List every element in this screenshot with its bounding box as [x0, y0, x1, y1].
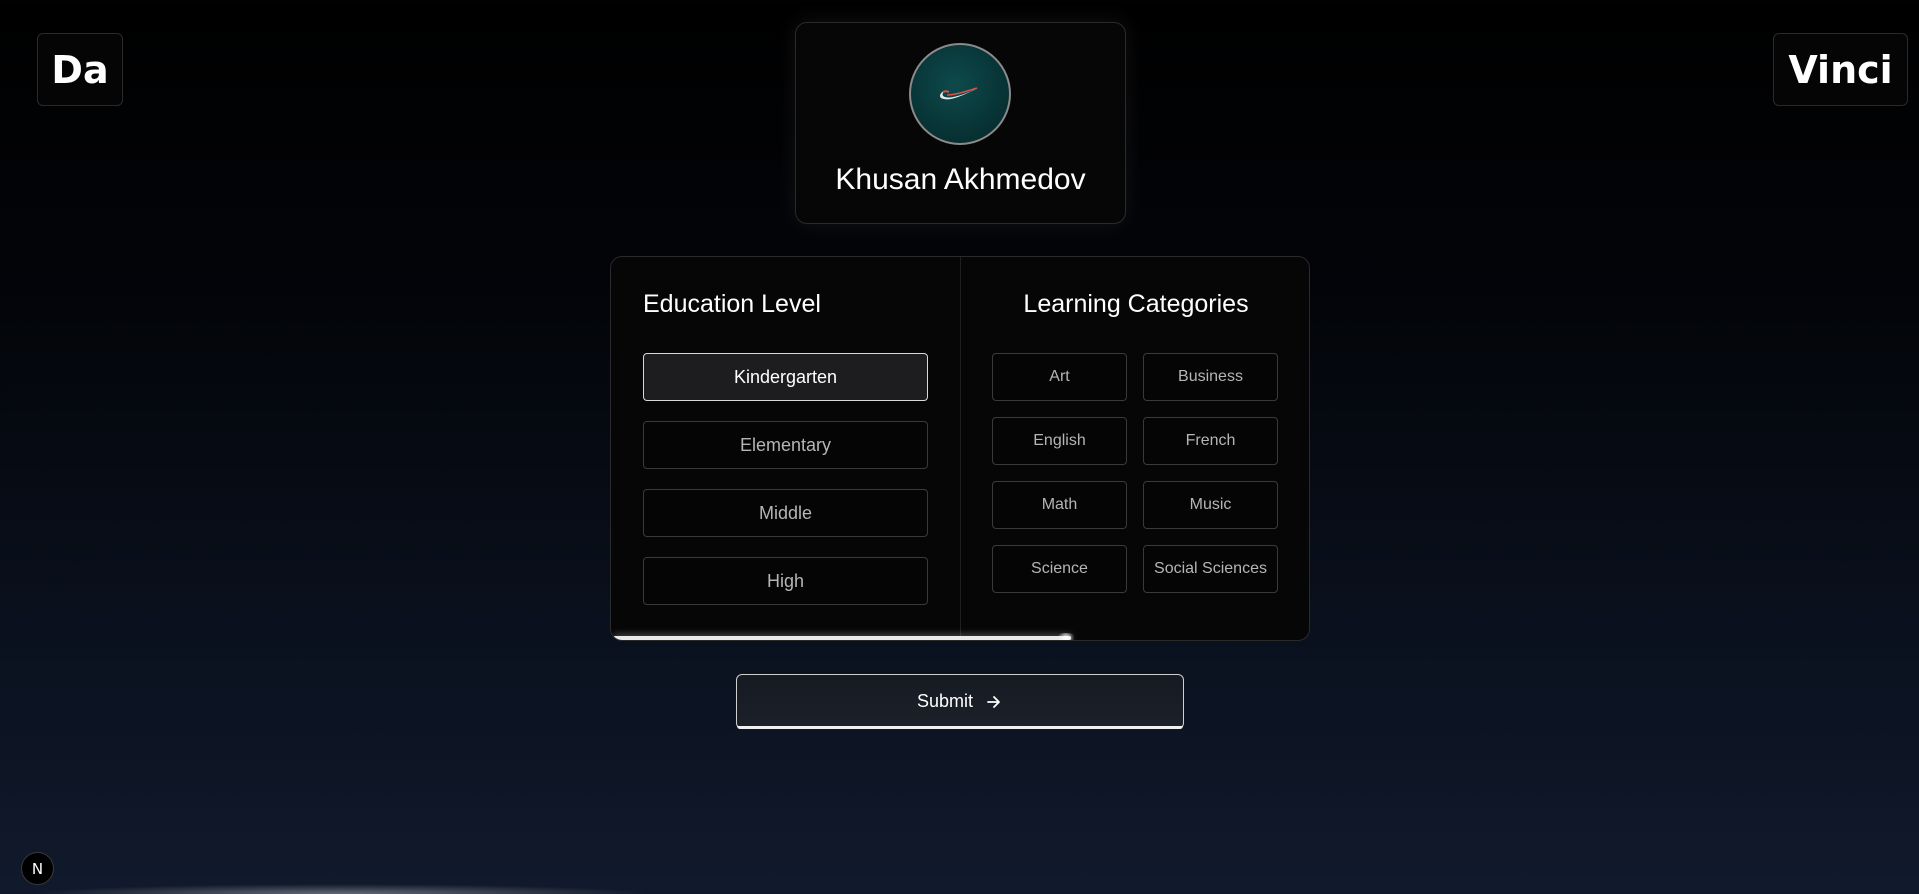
education-option-label: High	[766, 570, 805, 591]
dev-indicator-text: N	[31, 859, 44, 878]
category-option-social-sciences[interactable]: Social Sciences	[1143, 545, 1278, 593]
profile-card: Khusan Akhmedov	[795, 22, 1126, 224]
category-option-label: Science	[1031, 560, 1088, 577]
category-option-english[interactable]: English	[992, 417, 1127, 465]
category-option-label: Business	[1178, 368, 1243, 385]
category-option-french[interactable]: French	[1143, 417, 1278, 465]
category-option-label: Math	[1041, 496, 1078, 513]
brand-right-logo[interactable]: Vinci	[1773, 33, 1908, 106]
brand-left-text: Da	[51, 47, 109, 92]
category-option-label: Art	[1049, 368, 1070, 385]
category-option-music[interactable]: Music	[1143, 481, 1278, 529]
category-option-label: Music	[1189, 496, 1232, 513]
avatar[interactable]	[909, 43, 1011, 145]
learning-categories-title: Learning Categories	[1023, 290, 1249, 318]
profile-name: Khusan Akhmedov	[835, 163, 1086, 196]
education-option-high[interactable]: High	[643, 557, 928, 605]
education-option-middle[interactable]: Middle	[643, 489, 928, 537]
category-option-business[interactable]: Business	[1143, 353, 1278, 401]
category-option-art[interactable]: Art	[992, 353, 1127, 401]
submit-button[interactable]: Submit	[736, 674, 1184, 729]
submit-label: Submit	[916, 691, 974, 711]
education-option-kindergarten[interactable]: Kindergarten	[643, 353, 928, 401]
dev-indicator-badge[interactable]: N	[21, 852, 54, 885]
progress-bar	[613, 636, 1071, 640]
brand-right-text: Vinci	[1788, 47, 1893, 92]
education-option-label: Middle	[758, 502, 813, 523]
education-level-title: Education Level	[643, 290, 821, 318]
selection-panel: Education Level Kindergarten Elementary …	[610, 256, 1310, 641]
category-option-label: English	[1033, 432, 1086, 449]
education-option-label: Kindergarten	[733, 366, 838, 387]
category-option-science[interactable]: Science	[992, 545, 1127, 593]
swoosh-logo-icon	[940, 87, 981, 100]
category-option-math[interactable]: Math	[992, 481, 1127, 529]
category-option-label: French	[1185, 432, 1236, 449]
progress-glow	[1055, 633, 1077, 640]
category-option-label: Social Sciences	[1154, 560, 1267, 577]
bottom-glow	[30, 884, 650, 894]
arrow-right-icon	[985, 693, 1003, 711]
education-option-elementary[interactable]: Elementary	[643, 421, 928, 469]
education-option-label: Elementary	[739, 434, 832, 455]
brand-left-logo[interactable]: Da	[37, 33, 123, 106]
